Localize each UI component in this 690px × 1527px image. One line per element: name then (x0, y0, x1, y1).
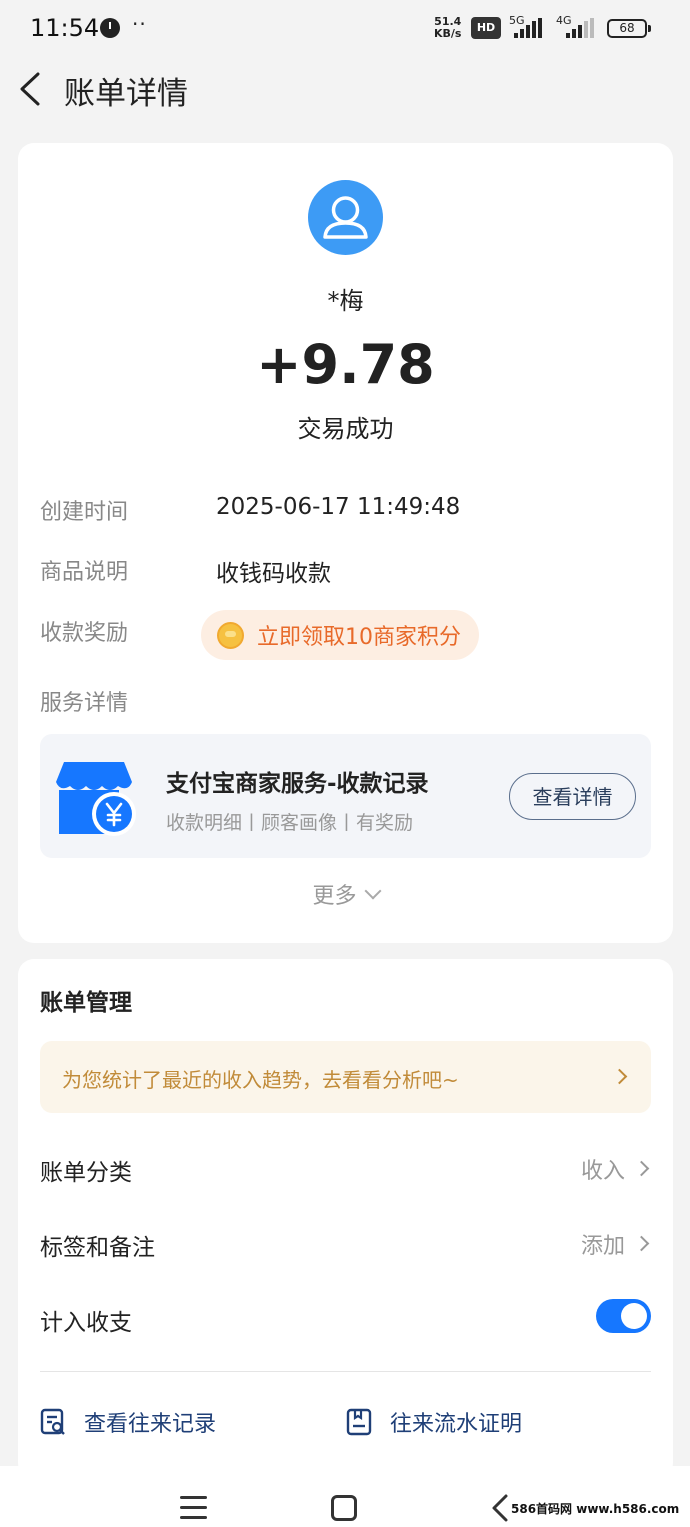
back-arrow-icon[interactable] (18, 72, 42, 106)
banner-text: 为您统计了最近的收入趋势，去看看分析吧~ (62, 1068, 459, 1092)
coin-icon (217, 622, 244, 649)
claim-points-text: 立即领取10商家积分 (257, 625, 461, 650)
network-speed: 51.4 KB/s (434, 16, 461, 40)
service-subtitle: 收款明细丨顾客画像丨有奖励 (166, 812, 414, 834)
network-speed-unit: KB/s (434, 27, 462, 40)
more-button[interactable]: 更多 (18, 878, 673, 910)
status-time: 11:54 (30, 14, 100, 42)
chevron-right-icon (633, 1160, 650, 1177)
include-in-stats-row: 计入收支 (40, 1299, 651, 1339)
payer-name: *梅 (327, 287, 364, 315)
include-in-stats-toggle[interactable] (596, 1299, 651, 1333)
more-notifications-icon: ·· (132, 12, 147, 36)
watermark: 586首码网 www.h586.com (511, 1502, 680, 1516)
bill-category-label: 账单分类 (40, 1160, 132, 1186)
chevron-right-icon (633, 1235, 650, 1252)
transaction-status: 交易成功 (297, 415, 394, 443)
tags-notes-row[interactable]: 标签和备注 添加 (40, 1224, 651, 1264)
section-title: 账单管理 (40, 990, 132, 1016)
status-bar: 11:54 ·· 51.4 KB/s HD 5G 4G 68 (0, 0, 690, 56)
merchant-service-card[interactable]: 支付宝商家服务-收款记录 收款明细丨顾客画像丨有奖励 查看详情 (40, 734, 651, 858)
page-title: 账单详情 (64, 76, 188, 112)
created-time-value: 2025-06-17 11:49:48 (216, 494, 461, 520)
bill-category-row[interactable]: 账单分类 收入 (40, 1149, 651, 1189)
claim-points-button[interactable]: 立即领取10商家积分 (201, 610, 479, 660)
shop-icon (56, 762, 136, 836)
reward-label: 收款奖励 (40, 621, 129, 646)
include-in-stats-label: 计入收支 (40, 1310, 132, 1336)
view-history-link[interactable]: 查看往来记录 (40, 1406, 216, 1438)
product-desc-value: 收钱码收款 (216, 561, 331, 587)
record-search-icon (40, 1408, 65, 1435)
avatar[interactable] (308, 180, 383, 255)
chevron-down-icon (364, 882, 381, 900)
header: 账单详情 (0, 58, 690, 120)
bill-category-value: 收入 (580, 1159, 625, 1184)
battery-icon: 68 (607, 19, 651, 38)
service-title: 支付宝商家服务-收款记录 (166, 771, 429, 797)
chevron-right-icon (611, 1068, 628, 1085)
service-detail-label: 服务详情 (40, 691, 129, 716)
tags-notes-label: 标签和备注 (40, 1235, 155, 1261)
nav-back-icon[interactable] (489, 1493, 511, 1523)
document-icon (346, 1408, 372, 1436)
transaction-amount: +9.78 (256, 333, 435, 396)
system-nav-bar: 586首码网 www.h586.com (0, 1466, 690, 1527)
tags-notes-value: 添加 (580, 1234, 625, 1259)
more-label: 更多 (312, 884, 357, 909)
statement-proof-link[interactable]: 往来流水证明 (346, 1406, 522, 1438)
bill-management-card: 账单管理 为您统计了最近的收入趋势，去看看分析吧~ 账单分类 收入 标签和备注 … (18, 959, 673, 1479)
person-icon (323, 196, 368, 239)
home-icon[interactable] (331, 1495, 357, 1521)
hd-voice-icon: HD (471, 17, 501, 39)
product-desc-label: 商品说明 (40, 560, 129, 585)
view-details-button[interactable]: 查看详情 (509, 773, 636, 820)
statement-proof-text: 往来流水证明 (390, 1412, 523, 1437)
income-trend-banner[interactable]: 为您统计了最近的收入趋势，去看看分析吧~ (40, 1041, 651, 1113)
clock-notification-icon (100, 18, 120, 38)
view-history-text: 查看往来记录 (84, 1412, 217, 1437)
transaction-card: *梅 +9.78 交易成功 创建时间 2025-06-17 11:49:48 商… (18, 143, 673, 943)
divider (40, 1371, 651, 1372)
signal-5g-icon (514, 18, 542, 38)
created-time-label: 创建时间 (40, 500, 129, 525)
menu-icon[interactable] (180, 1496, 207, 1520)
signal-4g-icon (566, 18, 594, 38)
